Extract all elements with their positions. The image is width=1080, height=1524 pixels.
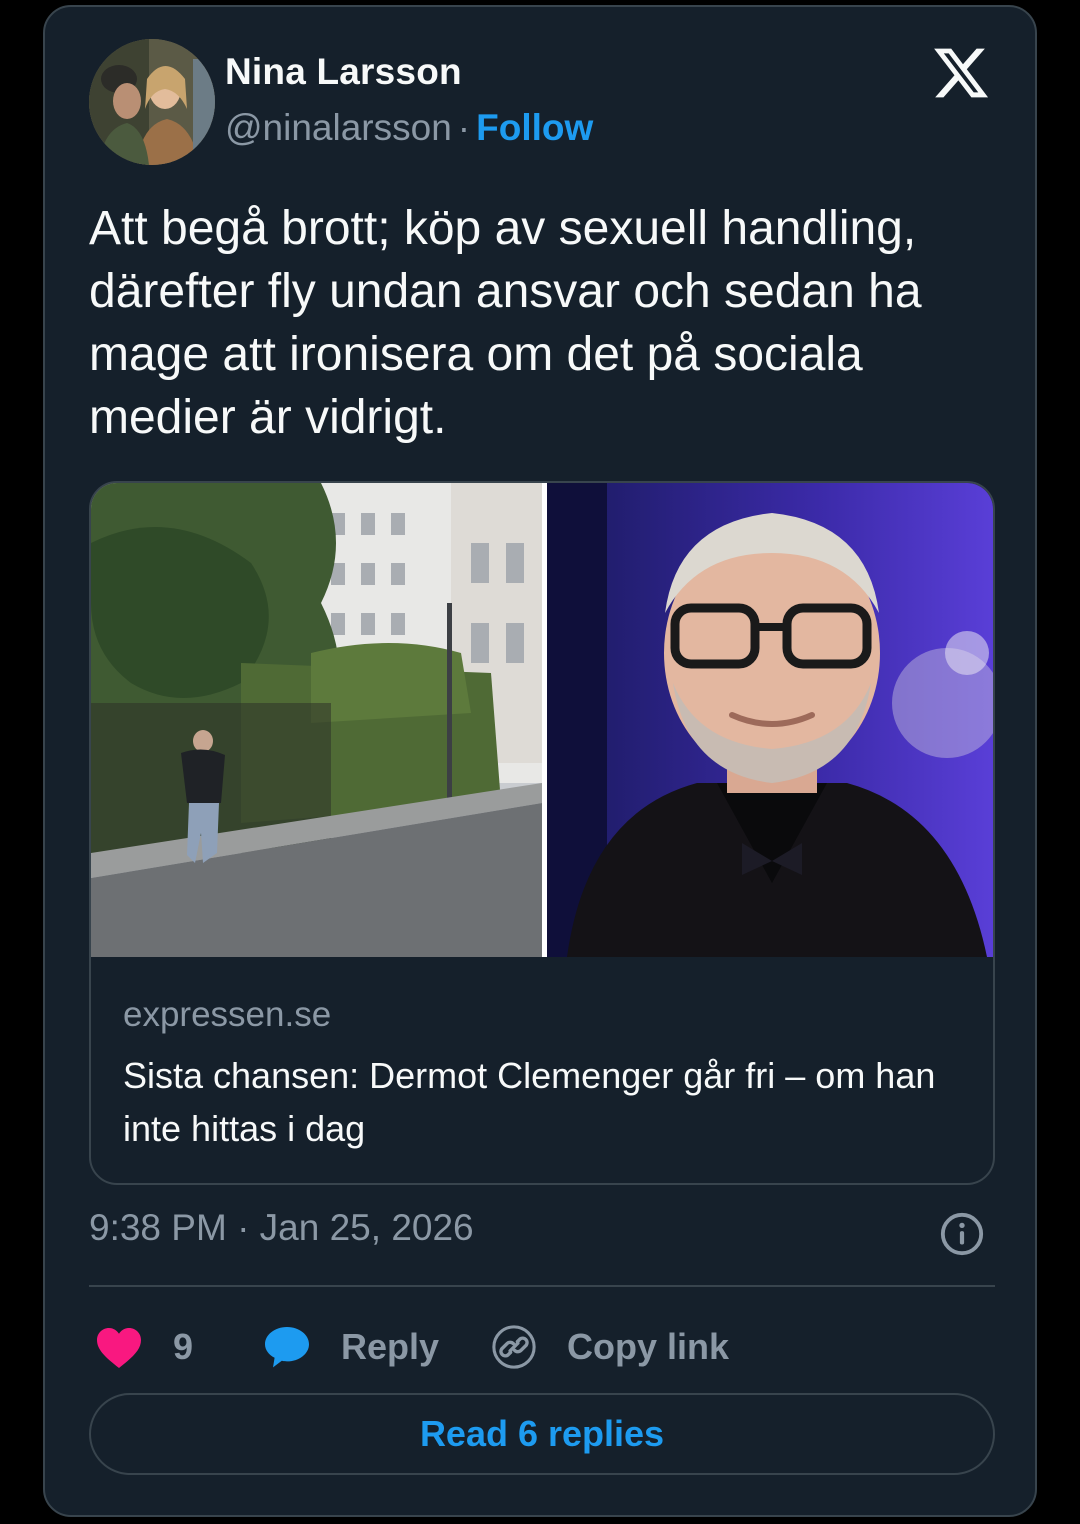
speech-bubble-icon bbox=[265, 1327, 309, 1368]
x-logo-icon[interactable] bbox=[931, 43, 991, 103]
like-count: 9 bbox=[173, 1326, 194, 1367]
link-domain: expressen.se bbox=[123, 995, 332, 1034]
avatar[interactable] bbox=[89, 39, 215, 165]
link-preview-card[interactable]: expressen.se Sista chansen: Dermot Cleme… bbox=[89, 481, 995, 1185]
link-preview-image[interactable] bbox=[91, 483, 993, 957]
read-replies-label: Read 6 replies bbox=[419, 1413, 665, 1454]
divider bbox=[89, 1285, 995, 1287]
copy-link-label: Copy link bbox=[567, 1326, 730, 1367]
tweet-timestamp[interactable]: 9:38 PM · Jan 25, 2026 bbox=[89, 1207, 474, 1249]
heart-icon bbox=[97, 1328, 141, 1368]
info-icon[interactable] bbox=[939, 1211, 985, 1257]
separator-dot: · bbox=[457, 107, 471, 148]
like-button[interactable]: 9 bbox=[95, 1317, 193, 1377]
link-icon bbox=[492, 1325, 536, 1369]
action-bar: 9 Reply Copy link bbox=[89, 1317, 995, 1377]
author-handle-row: @ninalarsson · Follow bbox=[225, 107, 593, 149]
tweet-text: Att begå brott; köp av sexuell handling,… bbox=[89, 202, 922, 444]
reply-label: Reply bbox=[341, 1326, 440, 1367]
link-headline: Sista chansen: Dermot Clemenger går fri … bbox=[123, 1055, 936, 1149]
follow-button[interactable]: Follow bbox=[476, 107, 593, 148]
portrait-photo bbox=[547, 483, 993, 957]
author-name[interactable]: Nina Larsson bbox=[225, 51, 462, 93]
tweet-embed-card: Nina Larsson @ninalarsson · Follow Att beg… bbox=[43, 5, 1037, 1517]
street-photo bbox=[91, 483, 542, 957]
copy-link-button[interactable]: Copy link bbox=[491, 1317, 729, 1377]
reply-button[interactable]: Reply bbox=[263, 1317, 439, 1377]
read-replies-button[interactable]: Read 6 replies bbox=[89, 1393, 995, 1475]
author-handle[interactable]: @ninalarsson bbox=[225, 107, 452, 148]
